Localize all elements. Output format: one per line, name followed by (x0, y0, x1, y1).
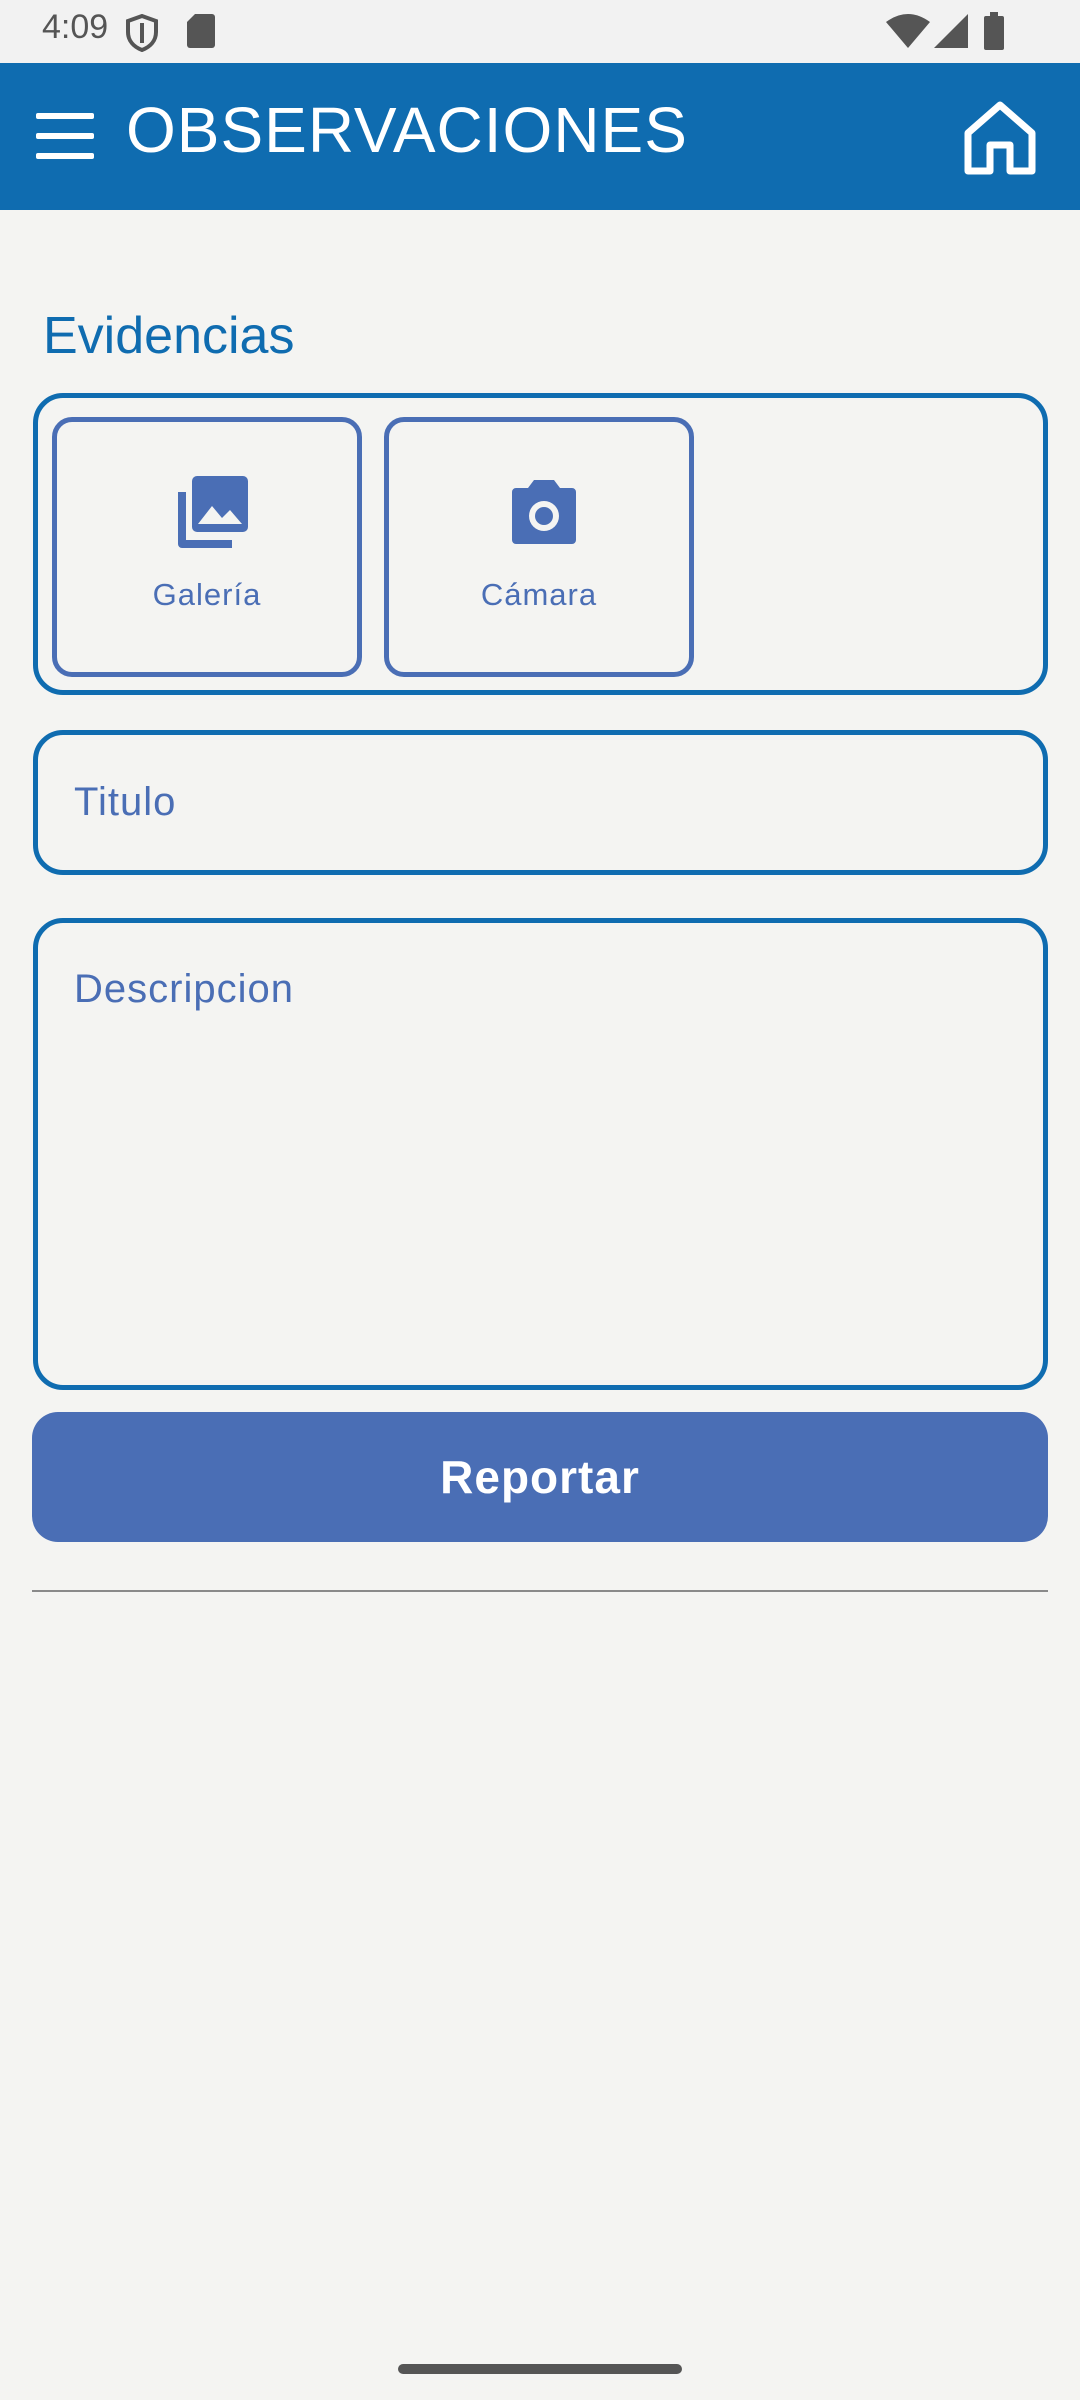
report-button[interactable]: Reportar (32, 1412, 1048, 1542)
sd-card-icon (187, 14, 215, 48)
page-title: OBSERVACIONES (126, 94, 688, 166)
gallery-label: Galería (152, 577, 262, 612)
description-input[interactable] (38, 923, 1043, 1385)
status-time: 4:09 (42, 8, 109, 46)
evidence-label: Evidencias (43, 307, 295, 365)
camera-label: Cámara (480, 577, 598, 612)
status-bar: 4:09 (0, 0, 1080, 63)
wifi-icon (886, 14, 930, 48)
description-field (33, 918, 1048, 1390)
title-field (33, 730, 1048, 875)
gallery-button[interactable]: Galería (52, 417, 362, 677)
hamburger-menu-icon[interactable] (34, 103, 96, 169)
app-bar: OBSERVACIONES (0, 63, 1080, 210)
divider (32, 1590, 1048, 1592)
camera-button[interactable]: Cámara (384, 417, 694, 677)
home-icon[interactable] (960, 97, 1040, 177)
title-input[interactable] (38, 735, 1043, 870)
evidence-container: Galería Cámara (33, 393, 1048, 695)
gallery-icon (178, 476, 248, 548)
shield-icon (126, 14, 158, 52)
gesture-nav-handle[interactable] (398, 2364, 682, 2374)
cell-signal-icon (934, 14, 968, 48)
battery-icon (984, 12, 1004, 50)
camera-icon (512, 480, 576, 544)
